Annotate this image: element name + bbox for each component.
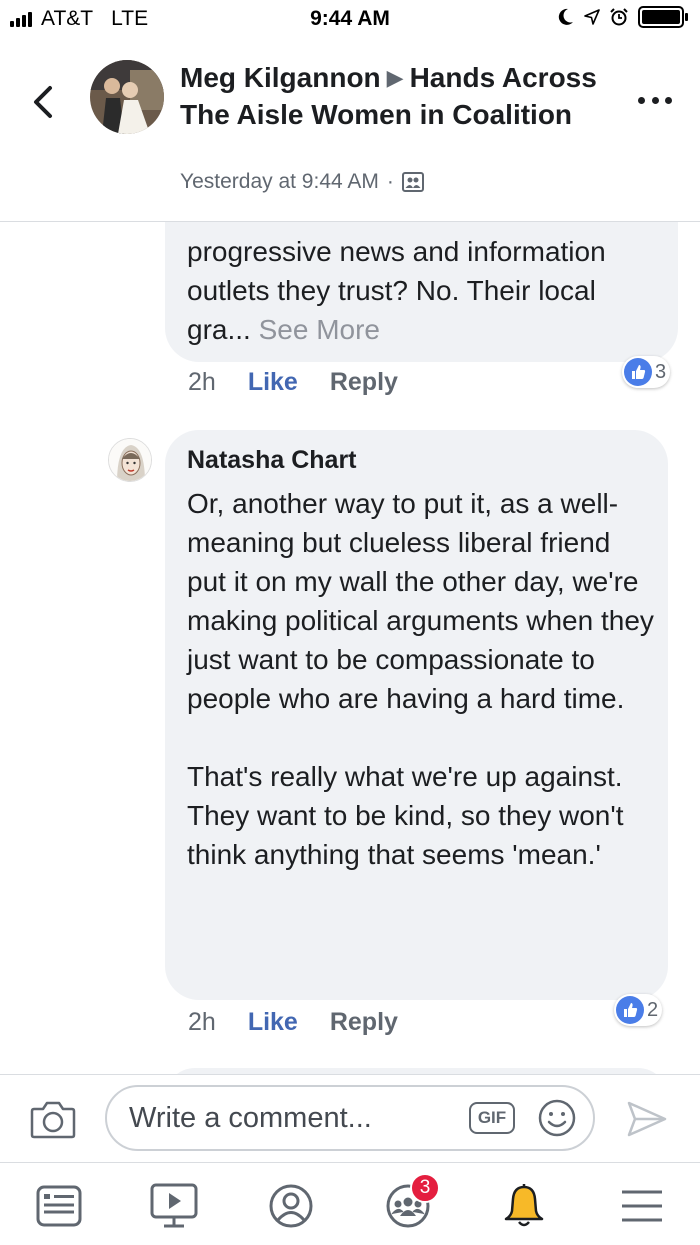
- comment-actions: 2h Like Reply: [188, 368, 398, 397]
- comment-author[interactable]: Natasha Chart: [187, 446, 357, 475]
- see-more-link[interactable]: See More: [259, 314, 380, 345]
- nav-profile[interactable]: [261, 1181, 321, 1231]
- reply-button[interactable]: Reply: [330, 1008, 398, 1037]
- post-title: Meg Kilgannon ▶ Hands Across The Aisle Wom…: [180, 60, 600, 132]
- nav-groups[interactable]: 3: [378, 1173, 440, 1231]
- comment-age: 2h: [188, 1008, 216, 1036]
- like-button[interactable]: Like: [248, 1008, 298, 1037]
- comment-text: Or, another way to put it, as a well-mea…: [187, 484, 657, 874]
- arrow-right-icon: ▶: [386, 65, 404, 90]
- more-dot-icon: [651, 96, 659, 104]
- reaction-summary[interactable]: 2: [614, 994, 663, 1026]
- nav-notifications[interactable]: [494, 1181, 554, 1231]
- reaction-count: 2: [647, 998, 659, 1021]
- nav-news-feed[interactable]: [29, 1181, 89, 1231]
- like-reaction-icon: [616, 996, 644, 1024]
- comment-input[interactable]: [129, 1087, 459, 1149]
- alarm-icon: [610, 8, 628, 26]
- reaction-summary[interactable]: 3: [622, 356, 671, 388]
- status-bar: AT&T LTE 9:44 AM: [0, 0, 700, 40]
- more-dot-icon: [665, 96, 672, 104]
- comments-list[interactable]: trust? No. The mainstream and progressiv…: [0, 222, 700, 1074]
- comment-age: 2h: [188, 368, 216, 396]
- author-name[interactable]: Meg Kilgannon: [180, 62, 381, 93]
- comment-text-clipped: trust? No. The mainstream and: [187, 222, 667, 231]
- comment-paragraph: Or, another way to put it, as a well-mea…: [187, 488, 654, 714]
- back-button[interactable]: [24, 82, 64, 122]
- more-options-button[interactable]: [638, 90, 672, 110]
- notifications-bell-icon: [504, 1184, 544, 1227]
- comment-paragraph: That's really what we're up against. The…: [187, 761, 624, 870]
- status-right: [558, 6, 690, 28]
- comment-text: progressive news and information outlets…: [187, 232, 667, 349]
- comment-actions: 2h Like Reply: [188, 1008, 398, 1037]
- location-arrow-icon: [584, 9, 600, 25]
- portrait-sketch-icon: [109, 439, 151, 481]
- comment-box: GIF: [105, 1085, 595, 1151]
- notification-badge: 3: [410, 1173, 440, 1203]
- bottom-navigation: 3: [0, 1162, 700, 1245]
- watch-icon: [150, 1183, 198, 1228]
- profile-icon: [269, 1184, 313, 1228]
- do-not-disturb-icon: [558, 8, 573, 25]
- menu-icon: [622, 1190, 662, 1222]
- group-members-icon: [401, 172, 424, 192]
- comment-bubble[interactable]: Natasha Chart Or, another way to put it,…: [165, 430, 668, 1000]
- send-icon[interactable]: [625, 1097, 669, 1141]
- news-feed-icon: [36, 1185, 82, 1227]
- meta-separator: ·: [386, 170, 394, 193]
- more-dot-icon: [638, 96, 645, 104]
- nav-watch[interactable]: [144, 1181, 204, 1231]
- comment-composer: GIF: [0, 1074, 700, 1162]
- like-button[interactable]: Like: [248, 368, 298, 397]
- nav-menu[interactable]: [612, 1181, 672, 1231]
- author-avatar[interactable]: [90, 60, 164, 134]
- reaction-count: 3: [655, 360, 667, 383]
- comment-bubble[interactable]: trust? No. The mainstream and progressiv…: [165, 222, 678, 362]
- wedding-photo-icon: [90, 60, 164, 134]
- camera-icon[interactable]: [30, 1099, 76, 1139]
- commenter-avatar[interactable]: [108, 438, 152, 482]
- emoji-icon[interactable]: [537, 1098, 577, 1138]
- reply-button[interactable]: Reply: [330, 368, 398, 397]
- gif-button[interactable]: GIF: [469, 1102, 515, 1134]
- post-meta: Yesterday at 9:44 AM ·: [180, 170, 424, 194]
- post-timestamp[interactable]: Yesterday at 9:44 AM: [180, 170, 379, 194]
- comment-body: progressive news and information outlets…: [187, 236, 606, 345]
- post-header: Meg Kilgannon ▶ Hands Across The Aisle Wom…: [0, 40, 700, 222]
- battery-icon: [638, 6, 688, 28]
- like-reaction-icon: [624, 358, 652, 386]
